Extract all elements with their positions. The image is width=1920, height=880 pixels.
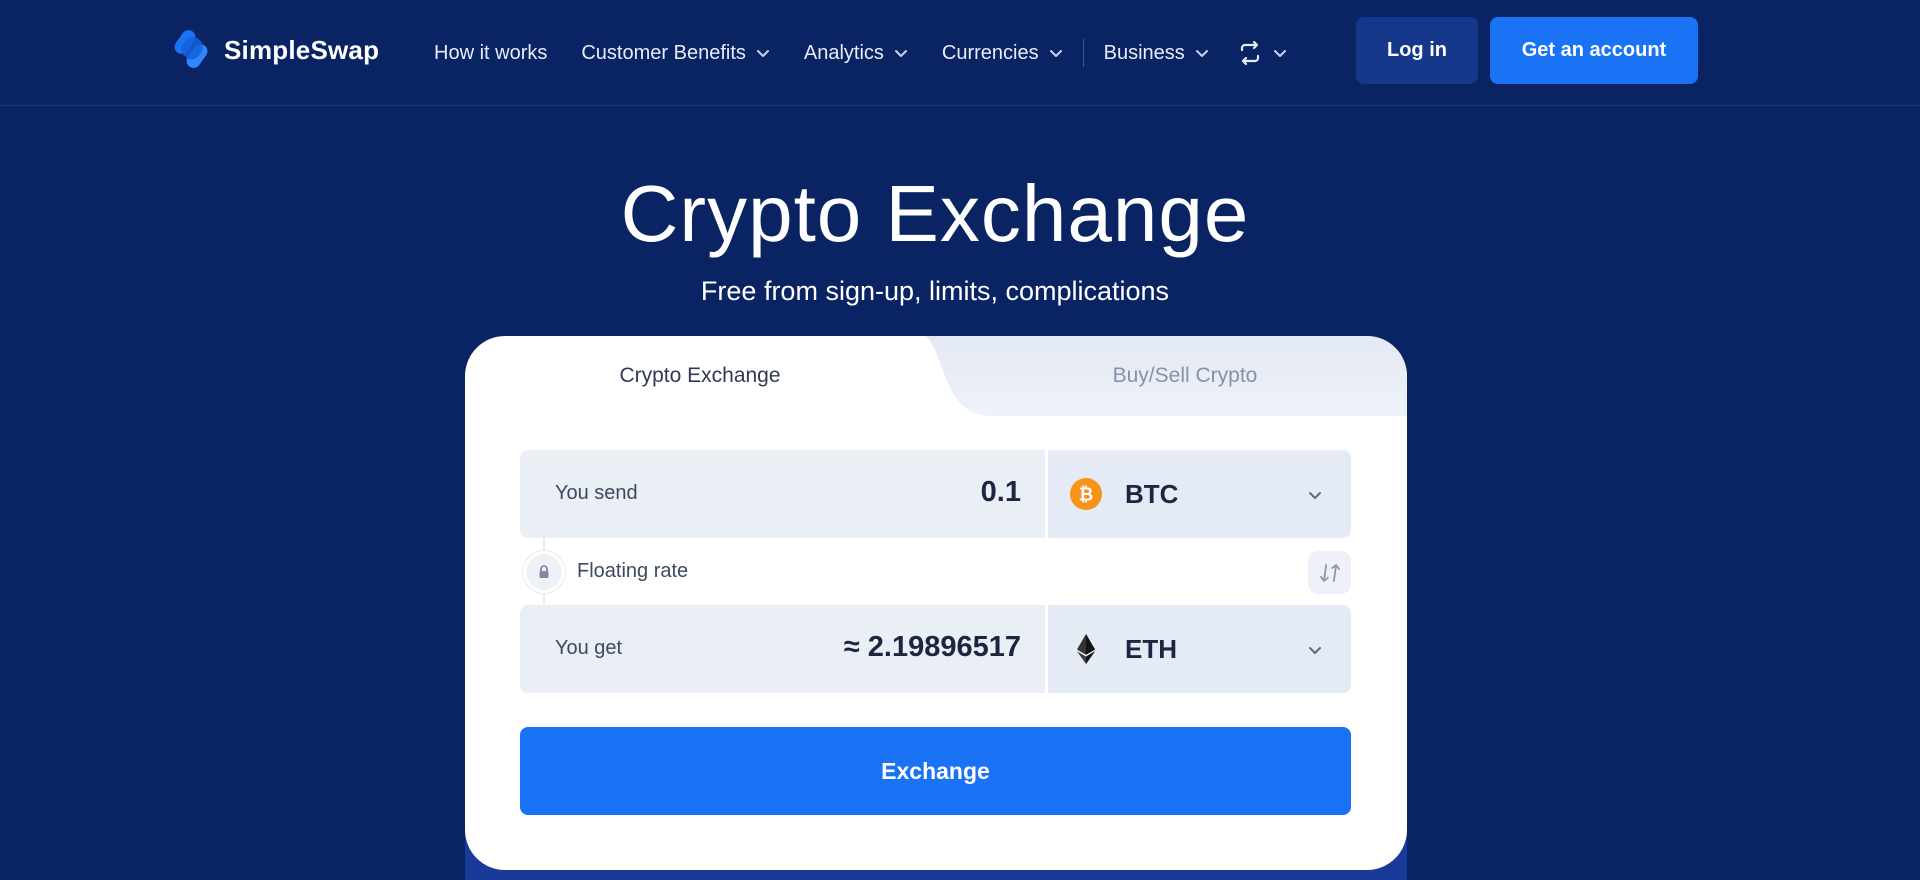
tab-label: Buy/Sell Crypto — [1112, 364, 1258, 387]
tab-buy-sell-crypto[interactable]: Buy/Sell Crypto — [923, 336, 1407, 416]
nav-label: Analytics — [803, 41, 884, 64]
chevron-down-icon — [1049, 50, 1062, 57]
swap-currencies-button[interactable] — [1308, 551, 1351, 594]
swap-vertical-icon — [1319, 563, 1340, 582]
site-header: SimpleSwap How it works Customer Benefit… — [0, 0, 1920, 106]
get-amount-output: You get ≈ 2.19896517 — [520, 605, 1045, 693]
chevron-down-icon — [894, 50, 907, 57]
send-currency-name: BTC — [1125, 479, 1179, 509]
swap-menu-toggle[interactable] — [1237, 40, 1287, 66]
login-button[interactable]: Log in — [1356, 17, 1478, 84]
ethereum-icon — [1077, 634, 1095, 664]
nav-label: Business — [1103, 41, 1185, 64]
floating-rate-label: Floating rate — [577, 560, 689, 582]
page-title: Crypto Exchange — [620, 169, 1250, 258]
tab-crypto-exchange[interactable]: Crypto Exchange — [465, 336, 935, 416]
swap-arrows-icon — [1240, 40, 1259, 66]
nav-business[interactable]: Business — [1104, 42, 1209, 65]
nav-how-it-works[interactable]: How it works — [434, 42, 547, 65]
chevron-down-icon — [1309, 492, 1321, 499]
rate-lock-toggle[interactable] — [523, 551, 565, 593]
nav-divider — [1082, 39, 1084, 67]
get-label: You get — [555, 637, 623, 659]
get-row: You get ≈ 2.19896517 ETH — [520, 605, 1351, 693]
bitcoin-icon: ₿ — [1070, 478, 1102, 510]
get-currency-select[interactable]: ETH — [1048, 605, 1351, 693]
chevron-down-icon — [1195, 50, 1208, 57]
nav-customer-benefits[interactable]: Customer Benefits — [581, 42, 770, 65]
exchange-widget: Crypto Exchange Buy/Sell Crypto You send… — [465, 336, 1407, 870]
send-row: You send 0.1 ₿ BTC — [520, 450, 1351, 538]
chevron-down-icon — [756, 50, 769, 57]
nav-label: Customer Benefits — [581, 41, 746, 64]
logo[interactable]: SimpleSwap — [172, 26, 379, 74]
nav-label: How it works — [434, 41, 548, 64]
get-currency-name: ETH — [1125, 634, 1177, 664]
chevron-down-icon — [1309, 647, 1321, 654]
nav-currencies[interactable]: Currencies — [942, 42, 1063, 65]
send-amount-value: 0.1 — [980, 476, 1021, 508]
send-amount-input[interactable]: You send 0.1 — [520, 450, 1045, 538]
logo-text: SimpleSwap — [224, 34, 380, 65]
logo-mark-icon — [174, 30, 208, 68]
nav-analytics[interactable]: Analytics — [804, 42, 908, 65]
lock-icon — [539, 565, 549, 578]
page-subtitle: Free from sign-up, limits, complications — [700, 276, 1170, 306]
send-currency-select[interactable]: ₿ BTC — [1048, 450, 1351, 538]
svg-text:₿: ₿ — [1079, 485, 1094, 505]
main-nav: How it works Customer Benefits Analytics… — [434, 36, 1287, 70]
get-amount-value: ≈ 2.19896517 — [843, 631, 1021, 663]
exchange-button[interactable]: Exchange — [520, 727, 1351, 815]
chevron-down-icon — [1273, 50, 1286, 57]
get-account-button[interactable]: Get an account — [1490, 17, 1698, 84]
send-label: You send — [555, 482, 638, 504]
nav-label: Currencies — [941, 41, 1039, 64]
